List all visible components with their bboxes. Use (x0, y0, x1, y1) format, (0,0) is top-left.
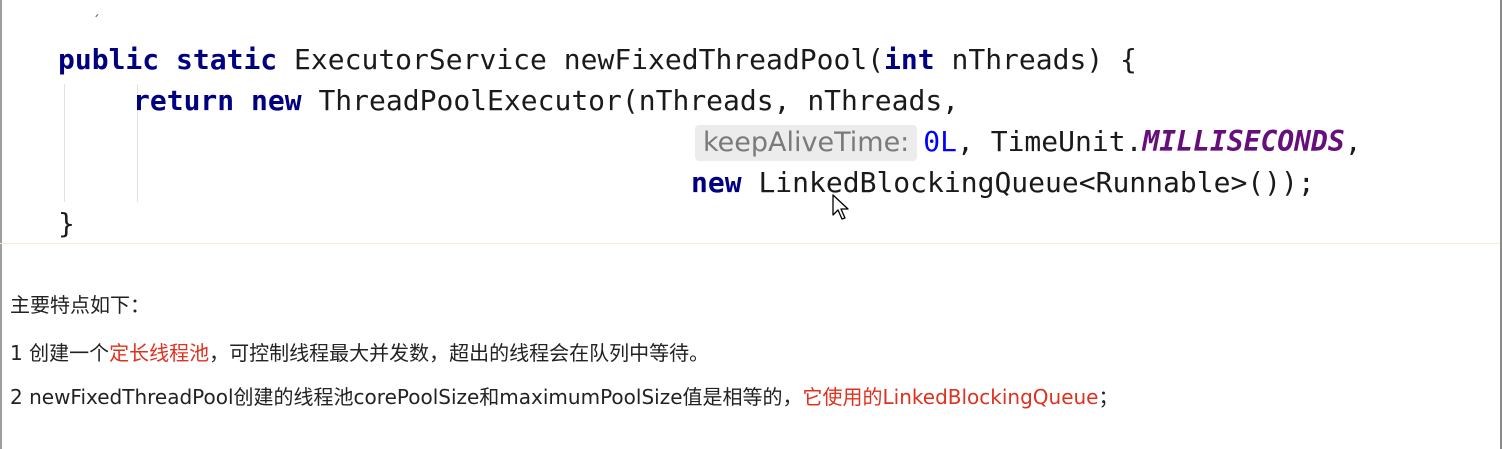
number-literal: 0L (923, 125, 957, 158)
code-block: ´ public static ExecutorService newFixed… (0, 0, 1500, 244)
paragraph-1: 1 创建一个定长线程池，可控制线程最大并发数，超出的线程会在队列中等待。 (10, 337, 709, 366)
code-text: , (1344, 125, 1362, 158)
code-line-5: } (58, 204, 75, 244)
stray-mark: ´ (92, 14, 101, 30)
paragraph-text: 2 newFixedThreadPool创建的线程池corePoolSize和m… (10, 385, 803, 409)
closing-brace: } (58, 207, 75, 240)
constant: MILLISECONDS (1142, 125, 1345, 158)
keyword: new (251, 84, 302, 117)
indent-guide (64, 84, 65, 202)
keyword: static (176, 43, 278, 76)
parameter-hint: keepAliveTime: (695, 125, 918, 161)
keyword: new (691, 166, 742, 199)
code-line-2: return new ThreadPoolExecutor(nThreads, … (133, 81, 959, 121)
code-text: ExecutorService newFixedThreadPool( (294, 43, 885, 76)
highlight-text: 它使用的LinkedBlockingQueue (802, 385, 1099, 409)
code-text: nThreads) { (951, 43, 1137, 76)
paragraph-text: ； (1098, 385, 1119, 409)
code-text: ThreadPoolExecutor(nThreads, nThreads, (318, 84, 960, 117)
section-heading: 主要特点如下： (10, 293, 150, 317)
paragraph-text: ，可控制线程最大并发数，超出的线程会在队列中等待。 (209, 341, 710, 365)
code-line-4: new LinkedBlockingQueue<Runnable>()); (691, 163, 1315, 203)
highlight-text: 定长线程池 (109, 341, 210, 365)
code-line-1: public static ExecutorService newFixedTh… (58, 40, 1137, 80)
code-line-3: keepAliveTime: 0L, TimeUnit.MILLISECONDS, (695, 122, 1362, 162)
separator (0, 243, 1500, 244)
paragraph-2: 2 newFixedThreadPool创建的线程池corePoolSize和m… (10, 381, 1118, 410)
keyword: return (133, 84, 235, 117)
keyword: public (58, 43, 160, 76)
code-text: , TimeUnit. (957, 125, 1143, 158)
mouse-pointer-icon (832, 194, 849, 220)
keyword: int (884, 43, 935, 76)
paragraph-text: 1 创建一个 (10, 341, 110, 365)
